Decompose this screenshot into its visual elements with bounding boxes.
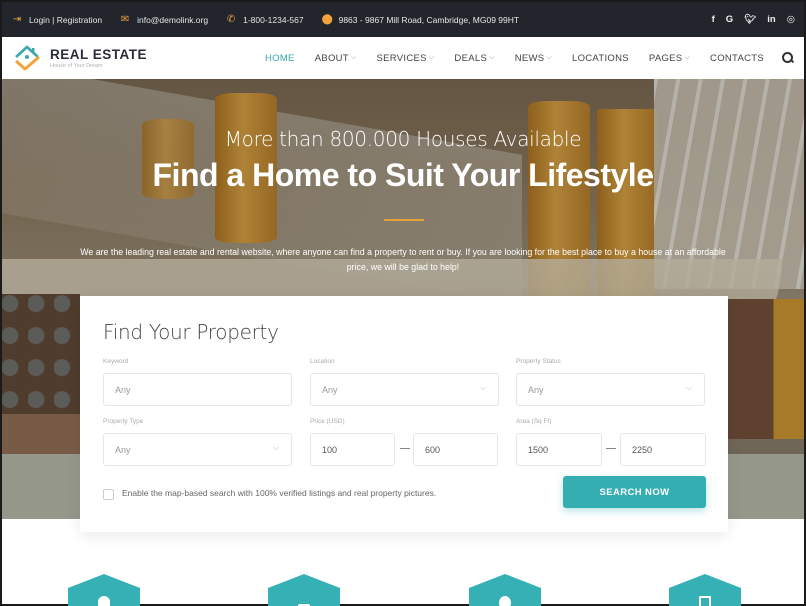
phone-icon: ✆ — [226, 14, 236, 25]
map-search-checkbox[interactable] — [103, 489, 114, 500]
linkedin-icon[interactable]: in — [767, 14, 775, 25]
keyword-field: Keyword Any — [103, 358, 292, 406]
location-select[interactable]: Any ⌵ — [310, 373, 499, 406]
chevron-down-icon: ⌵ — [684, 54, 691, 61]
area-max-field: 2250 — [620, 418, 706, 466]
hero-subtitle: More than 800.000 Houses Available — [224, 127, 582, 151]
nav-contacts-label: CONTACTS — [710, 52, 764, 64]
feature-badge-globe — [469, 574, 541, 606]
nav-locations[interactable]: LOCATIONS — [572, 53, 629, 64]
phone-link[interactable]: ✆ 1-800-1234-567 — [226, 14, 304, 25]
search-title: Find Your Property — [103, 320, 279, 344]
nav-about[interactable]: ABOUT ⌵ — [315, 53, 357, 64]
status-label: Property Status — [516, 358, 561, 365]
location-label: Location — [310, 358, 335, 365]
map-search-label[interactable]: Enable the map-based search with 100% ve… — [122, 488, 436, 498]
address: ⬤ 9863 - 9867 Mill Road, Cambridge, MG09… — [322, 14, 519, 25]
top-bar: ⇥ Login | Registration ✉ info@demolink.o… — [2, 2, 804, 37]
nav-deals[interactable]: DEALS ⌵ — [454, 53, 494, 64]
search-now-button[interactable]: SEARCH NOW — [563, 476, 706, 508]
status-select[interactable]: Any ⌵ — [516, 373, 705, 406]
type-label: Property Type — [103, 418, 144, 425]
location-field: Location Any ⌵ — [310, 358, 499, 406]
price-max-spacer — [413, 418, 498, 428]
price-min-input[interactable]: 100 — [310, 433, 395, 466]
nav-locations-label: LOCATIONS — [572, 52, 629, 64]
brand-tagline: House of Your Dream — [50, 62, 103, 69]
chevron-down-icon: ⌵ — [428, 54, 435, 61]
status-value: Any — [528, 384, 544, 395]
login-label[interactable]: Login | Registration — [29, 15, 102, 25]
type-field: Property Type Any ⌵ — [103, 418, 292, 466]
area-min-field: Area (Sq Ft) 1500 — [516, 418, 602, 466]
facebook-icon[interactable]: f — [712, 14, 715, 25]
area-max-input[interactable]: 2250 — [620, 433, 706, 466]
envelope-icon: ✉ — [120, 14, 130, 25]
price-min-field: Price (USD) 100 — [310, 418, 395, 466]
area-min-input[interactable]: 1500 — [516, 433, 602, 466]
search-icon[interactable] — [782, 52, 794, 64]
chevron-down-icon: ⌵ — [272, 443, 279, 452]
chevron-down-icon: ⌵ — [685, 383, 692, 392]
twitter-icon[interactable]: 🐦︎ — [744, 14, 756, 25]
area-label: Area (Sq Ft) — [516, 418, 552, 425]
social-links: f G 🐦︎ in ◎ — [701, 14, 804, 25]
price-label: Price (USD) — [310, 418, 345, 425]
nav-news-label: NEWS — [514, 52, 545, 64]
nav-home-label: HOME — [264, 52, 295, 64]
email-label[interactable]: info@demolink.org — [137, 15, 208, 25]
feature-badge-heart — [268, 574, 340, 606]
chevron-down-icon: ⌵ — [479, 383, 486, 392]
document-icon — [699, 596, 711, 606]
nav-contacts[interactable]: CONTACTS — [710, 53, 764, 64]
hero-divider — [384, 219, 424, 221]
map-pin-icon: ⬤ — [321, 14, 333, 25]
nav-deals-label: DEALS — [454, 52, 488, 64]
chevron-down-icon: ⌵ — [489, 54, 495, 61]
area-max-spacer — [620, 418, 706, 428]
main-nav: HOME ABOUT ⌵ SERVICES ⌵ DEALS ⌵ NEWS ⌵ LOCAT… — [245, 37, 804, 79]
main-header: REAL ESTATE House of Your Dream HOME ABO… — [2, 37, 804, 79]
nav-services-label: SERVICES — [376, 52, 427, 64]
feature-badge-person — [68, 574, 140, 606]
area-range-dash — [606, 448, 616, 449]
property-search-card: Find Your Property Keyword Any Location … — [80, 296, 728, 532]
login-icon: ⇥ — [12, 14, 22, 25]
nav-about-label: ABOUT — [314, 52, 349, 64]
price-max-input[interactable]: 600 — [413, 433, 498, 466]
price-range-dash — [400, 448, 410, 449]
chevron-down-icon: ⌵ — [546, 54, 552, 61]
keyword-input[interactable]: Any — [103, 373, 292, 406]
google-icon[interactable]: G — [726, 14, 733, 25]
instagram-icon[interactable]: ◎ — [787, 14, 795, 25]
logo[interactable]: REAL ESTATE House of Your Dream — [12, 43, 147, 73]
phone-label[interactable]: 1-800-1234-567 — [243, 15, 304, 25]
nav-pages[interactable]: PAGES ⌵ — [649, 53, 690, 64]
type-select[interactable]: Any ⌵ — [103, 433, 292, 466]
feature-badge-document — [669, 574, 741, 606]
type-value: Any — [115, 444, 131, 455]
hero-title: Find a Home to Suit Your Lifestyle — [152, 157, 654, 193]
email-link[interactable]: ✉ info@demolink.org — [120, 14, 208, 25]
status-field: Property Status Any ⌵ — [516, 358, 705, 406]
keyword-label: Keyword — [103, 358, 129, 365]
brand-name: REAL ESTATE — [50, 46, 148, 62]
globe-icon — [499, 596, 511, 606]
chevron-down-icon: ⌵ — [350, 54, 357, 61]
nav-news[interactable]: NEWS ⌵ — [515, 53, 552, 64]
address-label: 9863 - 9867 Mill Road, Cambridge, MG09 9… — [338, 14, 520, 25]
house-logo-icon — [15, 45, 40, 71]
hero-description: We are the leading real estate and renta… — [80, 247, 726, 272]
person-icon — [98, 596, 110, 606]
nav-services[interactable]: SERVICES ⌵ — [377, 53, 435, 64]
nav-home[interactable]: HOME — [265, 53, 295, 64]
nav-pages-label: PAGES — [648, 52, 683, 64]
location-value: Any — [322, 384, 338, 395]
login-link[interactable]: ⇥ Login | Registration — [12, 14, 102, 25]
price-max-field: 600 — [413, 418, 498, 466]
